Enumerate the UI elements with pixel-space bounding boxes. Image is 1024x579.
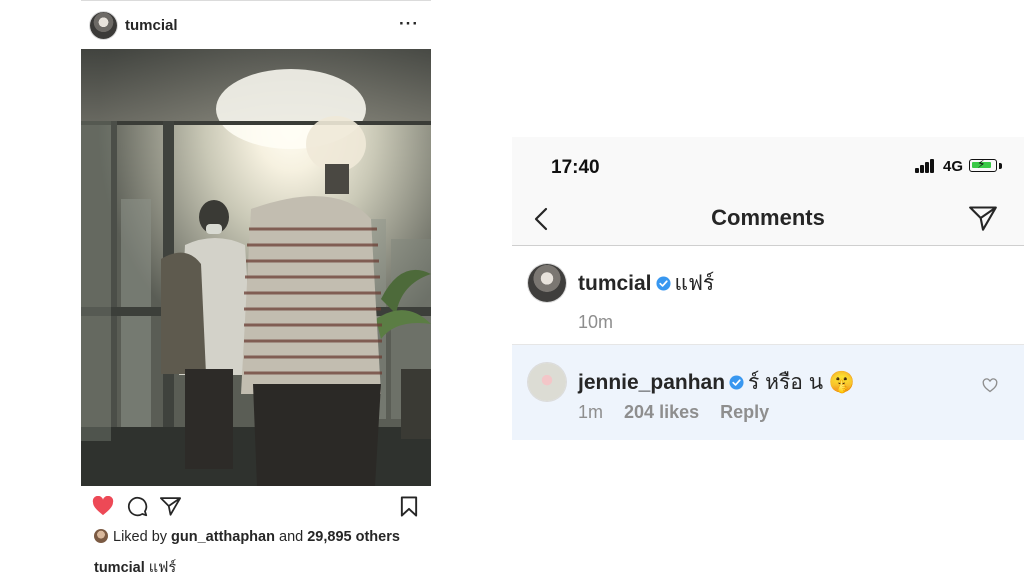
page-title: Comments — [711, 205, 825, 230]
comment-line: jennie_panhan ร์ หรือ น 🤫 — [578, 366, 855, 399]
instagram-post: tumcial ··· Liked by gun_atthaphan and 2… — [81, 0, 431, 576]
network-type: 4G — [943, 158, 964, 175]
reply-button[interactable]: Reply — [720, 402, 769, 422]
liked-by-prefix: Liked by — [113, 529, 168, 545]
comment-likes[interactable]: 204 likes — [624, 402, 699, 422]
status-time: 17:40 — [551, 157, 600, 178]
heart-outline-icon[interactable] — [982, 378, 998, 393]
post-photo[interactable] — [81, 49, 431, 486]
liked-by-user[interactable]: gun_atthaphan — [171, 529, 275, 545]
battery-icon: ⚡ — [969, 157, 997, 172]
caption-comment: tumcial แฟร์ 10m — [512, 246, 1024, 345]
bookmark-icon[interactable] — [400, 496, 418, 517]
more-icon[interactable]: ··· — [399, 14, 419, 34]
avatar — [94, 529, 108, 543]
post-photo-illustration — [81, 49, 431, 486]
reply-comment: jennie_panhan ร์ หรือ น 🤫 1m 204 likes Re… — [512, 345, 1024, 440]
avatar[interactable] — [90, 12, 117, 39]
direct-send-icon[interactable] — [969, 205, 997, 231]
post-header: tumcial ··· — [81, 8, 431, 44]
comment-text: ร์ หรือ น 🤫 — [748, 371, 856, 394]
likes-summary: Liked by gun_atthaphan and 29,895 others — [94, 529, 400, 545]
comment-time: 10m — [578, 312, 614, 332]
heart-filled-icon[interactable] — [92, 496, 114, 516]
avatar[interactable] — [528, 264, 566, 302]
comment-username[interactable]: tumcial — [578, 272, 652, 295]
comment-meta: 1m 204 likes Reply — [578, 402, 785, 423]
battery-cap — [999, 163, 1002, 169]
comment-text: แฟร์ — [674, 272, 715, 295]
verified-badge-icon — [729, 375, 744, 390]
divider — [81, 0, 431, 1]
liked-by-others[interactable]: 29,895 others — [307, 529, 400, 545]
comment-time: 1m — [578, 402, 604, 422]
comment-username[interactable]: jennie_panhan — [578, 371, 725, 394]
caption-username[interactable]: tumcial — [94, 560, 145, 576]
post-username[interactable]: tumcial — [125, 17, 178, 34]
nav-bar: Comments — [512, 195, 1024, 246]
comment-line: tumcial แฟร์ — [578, 267, 714, 300]
status-bar: 17:40 4G ⚡ — [512, 137, 1024, 195]
comment-icon[interactable] — [127, 496, 148, 517]
liked-by-and: and — [279, 529, 304, 545]
verified-badge-icon — [656, 276, 671, 291]
comment-meta: 10m — [578, 312, 629, 333]
caption-text: แฟร์ — [148, 560, 177, 576]
signal-icon — [915, 159, 939, 173]
comments-screen: 17:40 4G ⚡ Comments tumcial แฟร์ 10m jen… — [512, 137, 1024, 440]
action-bar — [81, 492, 431, 522]
avatar[interactable] — [528, 363, 566, 401]
share-icon[interactable] — [160, 496, 181, 516]
